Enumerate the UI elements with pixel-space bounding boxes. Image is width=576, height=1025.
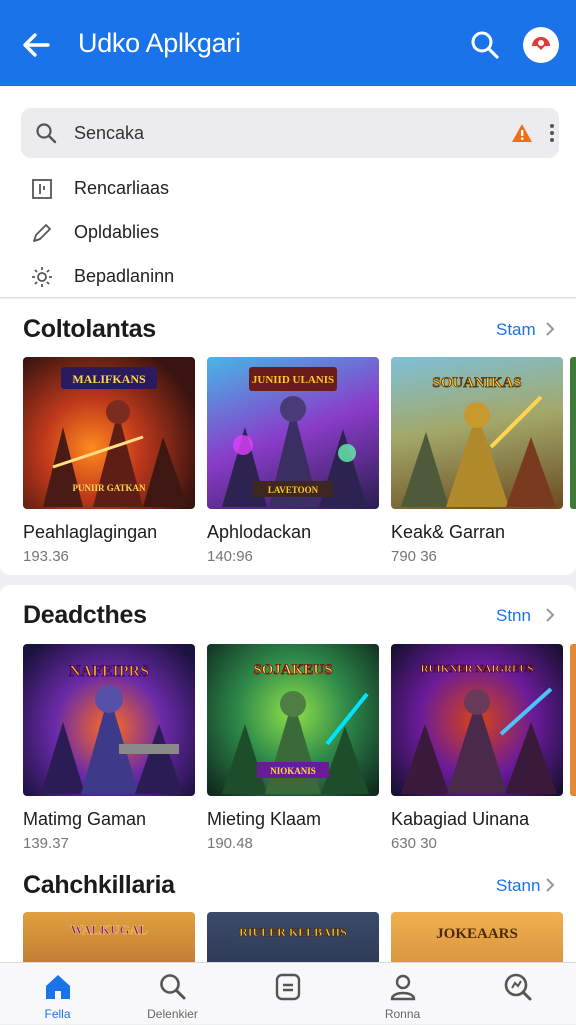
profile-logo-icon (532, 37, 550, 50)
suggestion-label: Rencarliaas (74, 178, 170, 198)
back-arrow-icon[interactable] (18, 27, 54, 63)
section-games-1: Coltolantas Stam MALIFKANS PUNIIR GATKAN… (0, 299, 576, 575)
section-title: Coltolantas (23, 315, 156, 343)
game-name: Keak& Garran (391, 522, 506, 542)
game-artwork: NAFEIPRS (23, 644, 195, 796)
game-name: Matimg Gaman (23, 809, 147, 829)
game-meta: 190.48 (207, 835, 253, 852)
svg-text:SOJAKEUS: SOJAKEUS (253, 662, 332, 678)
game-name: Peahlaglagingan (23, 522, 158, 542)
nav-item-apps[interactable] (230, 963, 345, 1025)
game-card-peek (570, 644, 576, 796)
see-more-link[interactable]: Stann (496, 876, 540, 896)
game-artwork: SOJAKEUS NIOKANIS (207, 644, 379, 796)
game-artwork: WALKUGAL (23, 912, 195, 962)
section-games-2: Deadcthes Stnn NAFEIPRS Matimg Gaman 139… (0, 585, 576, 962)
search-input[interactable]: Sencaka (21, 108, 559, 158)
svg-text:PUNIIR GATKAN: PUNIIR GATKAN (72, 483, 146, 493)
suggestion-item[interactable]: Bepadlaninn (30, 262, 510, 292)
nav-item-home[interactable]: Fella (0, 963, 115, 1025)
nav-item-search[interactable]: Delenkier (115, 963, 230, 1025)
svg-text:JOKEAARS: JOKEAARS (436, 926, 518, 942)
suggestion-item[interactable]: Rencarliaas (30, 174, 510, 204)
suggestion-label: Bepadlaninn (74, 266, 175, 286)
search-chart-icon (504, 973, 532, 1001)
suggestion-item[interactable]: Opldablies (30, 218, 510, 248)
game-name: Aphlodackan (207, 522, 312, 542)
nav-label: Delenkier (147, 1007, 198, 1021)
game-card[interactable]: RIULER KELBAIIS (207, 912, 379, 962)
warning-icon[interactable] (510, 121, 534, 145)
pencil-icon (33, 224, 51, 242)
page-title: Udko Aplkgari (78, 28, 241, 58)
game-artwork: RUIKNER NAIGREUS (391, 644, 563, 796)
svg-text:NAFEIPRS: NAFEIPRS (69, 663, 149, 680)
game-artwork: MALIFKANS PUNIIR GATKAN (23, 357, 195, 509)
svg-text:SOUANIKAS: SOUANIKAS (432, 375, 521, 391)
game-name: Mieting Klaam (207, 809, 322, 829)
game-artwork: JUNIID ULANIS LAVETOON (207, 357, 379, 509)
game-card-peek (570, 357, 576, 509)
nav-item-profile[interactable]: Ronna (345, 963, 460, 1025)
svg-text:WALKUGAL: WALKUGAL (70, 922, 148, 937)
svg-text:RUIKNER NAIGREUS: RUIKNER NAIGREUS (421, 663, 534, 675)
home-icon (46, 975, 70, 999)
search-dropdown: Sencaka Rencarliaas Opldablies Bepadlani… (0, 86, 576, 298)
svg-text:LAVETOON: LAVETOON (268, 485, 319, 495)
chevron-right-icon[interactable] (544, 321, 556, 337)
game-card[interactable]: WALKUGAL (23, 912, 195, 962)
search-icon (160, 974, 186, 1000)
game-banner-text: MALIFKANS (72, 372, 146, 386)
person-icon (390, 974, 416, 1001)
section-title: Cahchkillaria (23, 871, 175, 899)
nav-item-insights[interactable] (460, 963, 575, 1025)
nav-label: Ronna (384, 1007, 421, 1021)
search-icon[interactable] (468, 28, 502, 62)
suggestion-label: Opldablies (74, 222, 160, 242)
chevron-right-icon[interactable] (544, 607, 556, 623)
apps-icon (275, 973, 301, 1001)
game-meta: 139.37 (23, 835, 69, 852)
more-vert-icon[interactable] (549, 123, 555, 143)
nav-label: Fella (44, 1007, 71, 1021)
see-more-link[interactable]: Stam (496, 320, 536, 340)
svg-text:JUNIID ULANIS: JUNIID ULANIS (252, 374, 334, 386)
game-meta: 193.36 (23, 548, 69, 565)
game-card[interactable]: JOKEAARS (391, 912, 563, 962)
bottom-navigation: Fella Delenkier Ronna (0, 962, 576, 1024)
avatar[interactable] (523, 27, 559, 63)
game-artwork: JOKEAARS (391, 912, 563, 962)
svg-text:NIOKANIS: NIOKANIS (270, 766, 316, 776)
game-artwork: RIULER KELBAIIS (207, 912, 379, 962)
settings-icon (32, 267, 52, 287)
game-meta: 630 30 (391, 835, 437, 852)
game-artwork: SOUANIKAS (391, 357, 563, 509)
section-title: Deadcthes (23, 601, 147, 629)
game-meta: 140:96 (207, 548, 253, 565)
game-meta: 790 36 (391, 548, 437, 565)
history-icon (32, 179, 52, 199)
svg-text:RIULER KELBAIIS: RIULER KELBAIIS (239, 925, 347, 939)
game-name: Kabagiad Uinana (391, 809, 530, 829)
search-value: Sencaka (74, 123, 145, 143)
chevron-right-icon[interactable] (544, 877, 556, 893)
app-bar: Udko Aplkgari (0, 0, 576, 86)
search-icon (36, 123, 57, 144)
see-more-link[interactable]: Stnn (496, 606, 531, 626)
